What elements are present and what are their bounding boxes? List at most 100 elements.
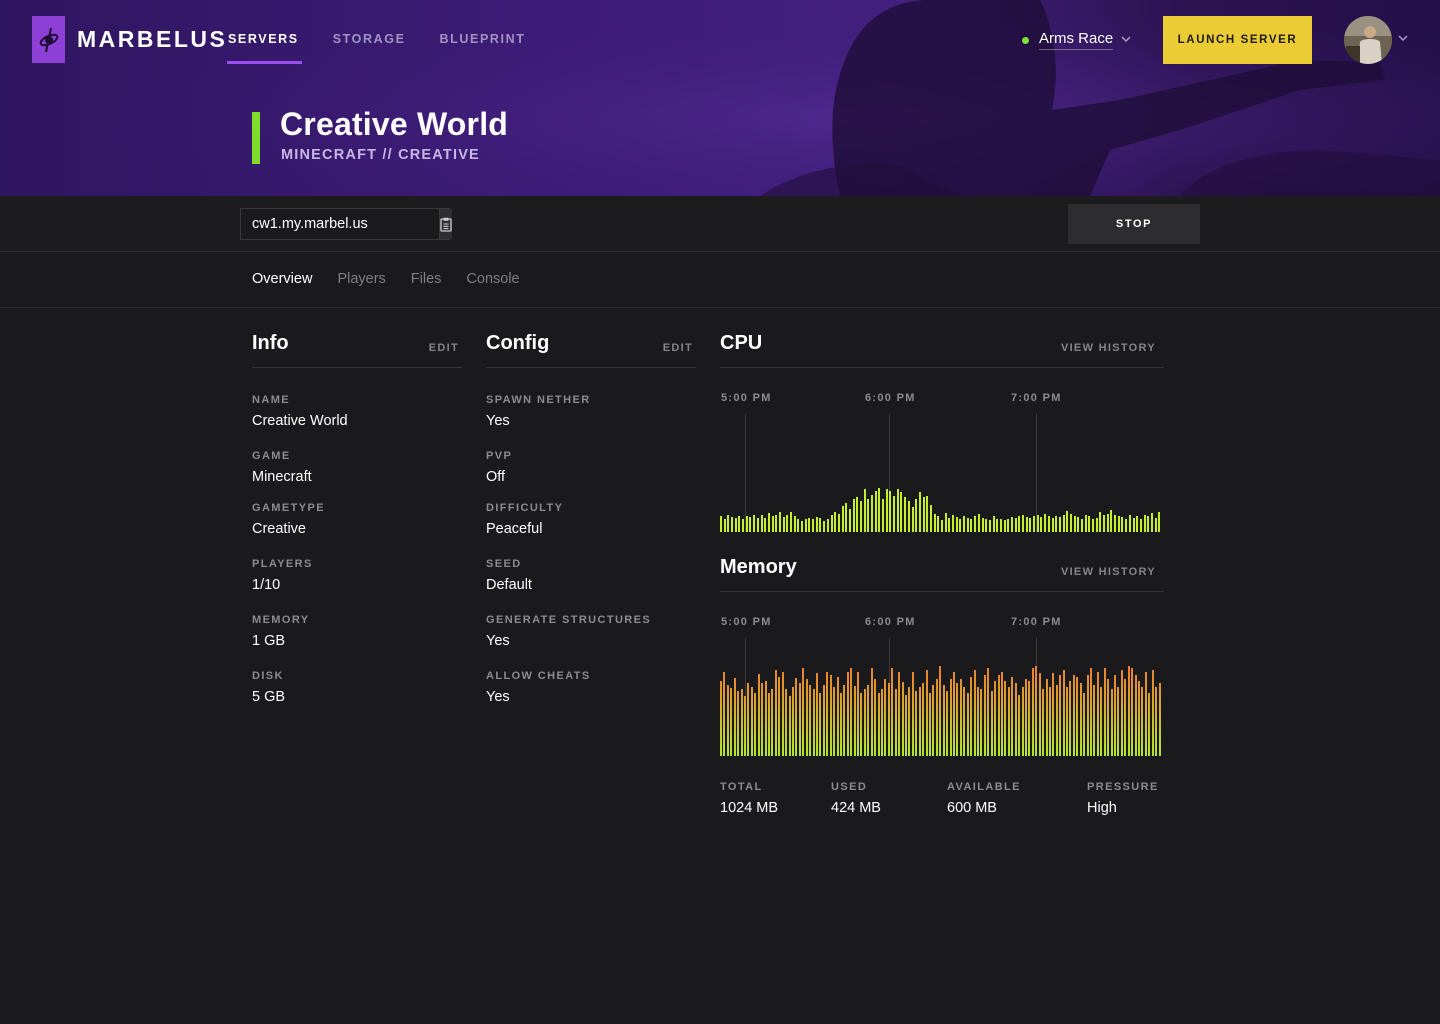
memory-bar [932, 685, 935, 756]
cpu-bar [1058, 517, 1061, 532]
cpu-bar [826, 519, 829, 532]
memory-bar [723, 672, 726, 756]
tab-console[interactable]: Console [466, 271, 519, 287]
memory-bar [1079, 683, 1082, 756]
cpu-bar [944, 513, 947, 532]
cpu-bar [871, 495, 874, 532]
cpu-bar [915, 499, 918, 532]
cpu-bar [727, 515, 730, 532]
avatar-photo [1344, 16, 1392, 64]
brand-logo[interactable]: MARBELUS [32, 16, 227, 63]
memory-bar [1155, 687, 1158, 756]
cpu-view-history-link[interactable]: VIEW HISTORY [1061, 342, 1156, 354]
memory-bar [884, 679, 887, 756]
memory-bar [805, 679, 808, 756]
cpu-bar [859, 501, 862, 532]
cpu-bar [1036, 515, 1039, 532]
cpu-bar [734, 518, 737, 532]
cpu-bar [999, 519, 1002, 532]
memory-bar [764, 681, 767, 756]
memory-bar [750, 687, 753, 756]
memory-bar [891, 668, 894, 756]
cpu-bar [856, 497, 859, 532]
memory-bar [720, 681, 722, 756]
stop-server-button[interactable]: STOP [1068, 204, 1200, 244]
cpu-bar [948, 518, 951, 532]
tab-files[interactable]: Files [411, 271, 442, 287]
cpu-bar [1069, 514, 1072, 532]
memory-bar [863, 689, 866, 756]
memory-bar [839, 693, 842, 756]
config-field: DIFFICULTY Peaceful [486, 502, 564, 537]
memory-bar [963, 687, 966, 756]
memory-time-label: 6:00 PM [865, 616, 916, 628]
cpu-bar [738, 516, 741, 532]
cpu-bar [753, 515, 756, 532]
memory-bar [874, 679, 877, 756]
tab-overview[interactable]: Overview [252, 271, 312, 287]
cpu-bar [764, 518, 767, 532]
memory-bar [973, 670, 976, 756]
info-field: DISK 5 GB [252, 670, 286, 705]
cpu-bar [988, 520, 991, 532]
launch-server-button[interactable]: LAUNCH SERVER [1163, 16, 1312, 64]
nav-storage[interactable]: STORAGE [333, 0, 406, 64]
cpu-bar [1106, 514, 1109, 532]
tab-players[interactable]: Players [337, 271, 385, 287]
memory-bar [1069, 681, 1072, 756]
team-selector[interactable]: Arms Race [1022, 30, 1131, 50]
cpu-bar [731, 517, 734, 532]
memory-bar [1007, 687, 1010, 756]
cpu-bar [742, 519, 745, 532]
memory-bar [1103, 668, 1106, 756]
info-title: Info [252, 332, 289, 354]
memory-bar [778, 677, 781, 756]
cpu-bar [749, 517, 752, 532]
cpu-bar [830, 515, 833, 532]
chevron-down-icon[interactable] [1398, 35, 1408, 41]
memory-bar [1072, 675, 1075, 756]
memory-bar [1035, 666, 1038, 756]
memory-bar [949, 679, 952, 756]
cpu-bar [937, 516, 940, 532]
server-address-bar: STOP [0, 196, 1440, 252]
cpu-bar [797, 519, 800, 532]
cpu-bar [852, 499, 855, 532]
config-edit-link[interactable]: EDIT [663, 342, 693, 354]
memory-bar [929, 693, 931, 756]
memory-bar [853, 686, 856, 756]
memory-bar [1131, 668, 1134, 756]
cpu-bar [1158, 512, 1161, 532]
cpu-title: CPU [720, 332, 763, 354]
memory-bar [1148, 693, 1151, 756]
server-subtitle: MINECRAFT // CREATIVE [281, 147, 480, 163]
info-edit-link[interactable]: EDIT [429, 342, 459, 354]
memory-bar [1055, 685, 1058, 756]
server-address-input[interactable] [241, 209, 439, 239]
cpu-bar [1110, 510, 1113, 532]
cpu-bar [1092, 519, 1095, 532]
cpu-bar [775, 515, 778, 532]
memory-bar [925, 670, 928, 756]
memory-bar [966, 693, 969, 756]
cpu-bar [1099, 512, 1102, 532]
cpu-bar [1147, 516, 1150, 532]
cpu-bar [786, 515, 789, 532]
cpu-bar [929, 505, 932, 532]
cpu-bar [808, 518, 811, 532]
nav-blueprint[interactable]: BLUEPRINT [440, 0, 526, 64]
memory-bar [1096, 672, 1099, 756]
user-avatar[interactable] [1344, 16, 1392, 64]
memory-bar [809, 685, 812, 756]
memory-view-history-link[interactable]: VIEW HISTORY [1061, 566, 1156, 578]
memory-bar [771, 689, 774, 756]
nav-servers[interactable]: SERVERS [227, 0, 302, 64]
memory-bar [843, 685, 846, 756]
cpu-bar [1007, 519, 1010, 532]
cpu-bar [1121, 517, 1124, 532]
memory-bar [740, 689, 743, 756]
memory-bar [1045, 679, 1048, 756]
copy-address-button[interactable] [439, 209, 452, 239]
cpu-bar [1077, 517, 1080, 532]
memory-bar [836, 677, 839, 756]
